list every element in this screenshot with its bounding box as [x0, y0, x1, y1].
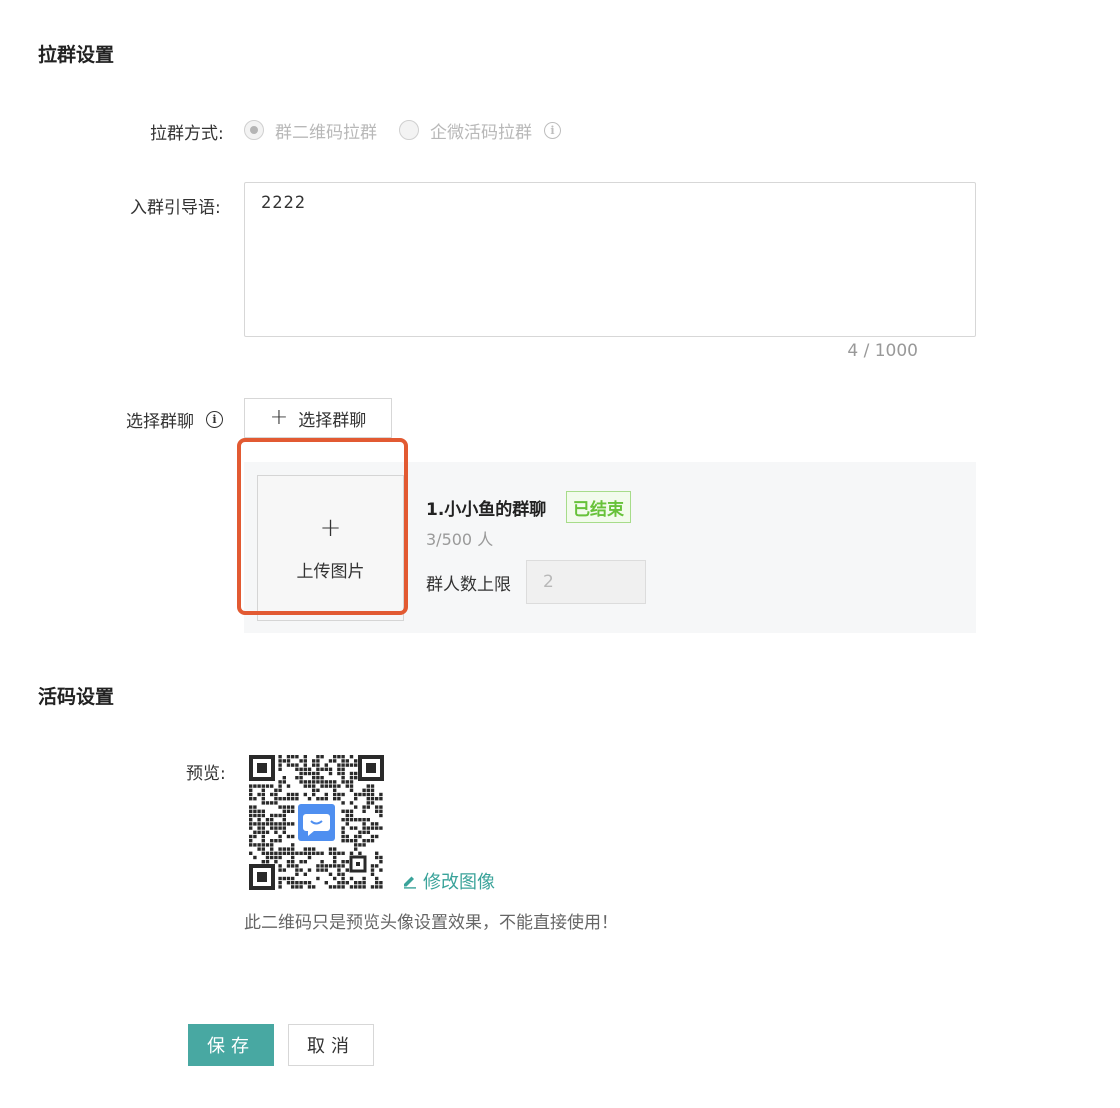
radio-qr-group-label: 群二维码拉群	[275, 122, 377, 143]
guide-textarea[interactable]: 2222	[244, 182, 976, 337]
select-group-button[interactable]: + 选择群聊	[244, 398, 392, 438]
select-group-info-icon[interactable]: i	[206, 411, 223, 428]
status-badge: 已结束	[566, 491, 631, 523]
plus-icon: +	[269, 405, 289, 430]
member-count: 3/500 人	[426, 530, 494, 549]
upload-plus-icon: +	[319, 512, 342, 543]
section-title-qr-settings: 活码设置	[38, 686, 115, 708]
guide-label: 入群引导语:	[130, 198, 221, 218]
edit-icon	[404, 876, 416, 889]
upload-image-button[interactable]: + 上传图片	[257, 475, 404, 621]
select-group-label: 选择群聊	[126, 412, 194, 432]
edit-image-link[interactable]: 修改图像	[402, 868, 495, 894]
radio-wecom-code[interactable]: 企微活码拉群	[399, 118, 532, 143]
qr-code-image	[248, 754, 385, 891]
group-limit-label: 群人数上限	[426, 575, 511, 595]
qr-code	[248, 754, 385, 891]
radio-wecom-code-label: 企微活码拉群	[430, 122, 532, 143]
radio-wecom-code-dot[interactable]	[399, 120, 419, 140]
select-group-label-wrap: 选择群聊 i	[126, 407, 223, 432]
chat-bubble-icon	[295, 801, 338, 844]
cancel-button[interactable]: 取消	[288, 1024, 374, 1066]
radio-qr-group[interactable]: 群二维码拉群	[244, 118, 377, 143]
method-radio-group: 群二维码拉群 企微活码拉群 i	[244, 116, 561, 144]
group-name: 1.小小鱼的群聊	[426, 500, 547, 520]
qr-hint-text: 此二维码只是预览头像设置效果，不能直接使用！	[244, 913, 618, 933]
upload-image-label: 上传图片	[296, 561, 365, 582]
radio-qr-group-dot[interactable]	[244, 120, 264, 140]
section-title-group-settings: 拉群设置	[38, 44, 115, 66]
edit-image-label: 修改图像	[423, 872, 495, 893]
method-label: 拉群方式:	[150, 124, 224, 144]
preview-label: 预览:	[186, 764, 226, 784]
guide-char-counter: 4 / 1000	[847, 341, 918, 361]
method-info-icon[interactable]: i	[544, 121, 561, 139]
group-limit-input[interactable]: 2	[526, 560, 646, 604]
save-button[interactable]: 保存	[188, 1024, 274, 1066]
select-group-button-label: 选择群聊	[298, 410, 367, 431]
